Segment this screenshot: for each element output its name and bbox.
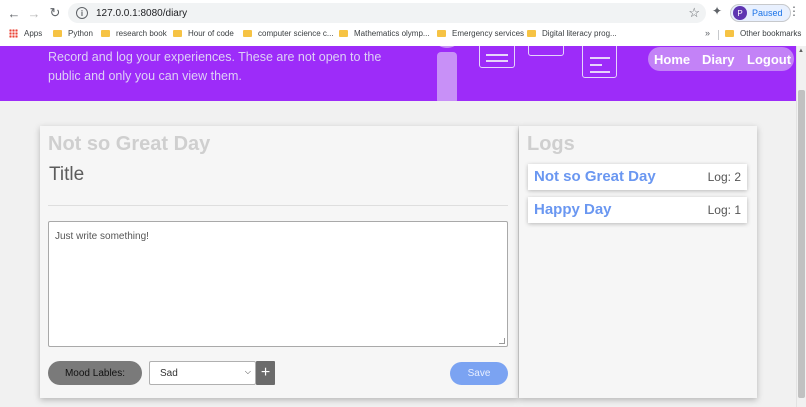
bookmark-computer-science[interactable]: computer science c...: [243, 29, 334, 38]
hero-description: Record and log your experiences. These a…: [48, 50, 382, 83]
document-line: [590, 57, 610, 59]
chevron-down-icon: ⌵: [244, 367, 251, 376]
log-number: Log: 2: [707, 170, 741, 184]
extensions-icon[interactable]: ✦: [712, 4, 722, 18]
body-placeholder: Just write something!: [55, 231, 149, 242]
bookmark-digital-literacy[interactable]: Digital literacy prog...: [527, 29, 617, 38]
bookmark-emergency-services[interactable]: Emergency services: [437, 29, 524, 38]
mood-select[interactable]: Sad ⌵: [149, 361, 256, 385]
address-bar[interactable]: i 127.0.0.1:8080/diary ☆: [68, 3, 706, 23]
bookmark-mathematics[interactable]: Mathematics olymp...: [339, 29, 430, 38]
logs-card: Logs Not so Great Day Log: 2 Happy Day L…: [519, 126, 757, 398]
document-line: [590, 71, 610, 73]
url-text[interactable]: 127.0.0.1:8080/diary: [96, 8, 187, 19]
nav-home[interactable]: Home: [654, 52, 690, 67]
avatar: P: [733, 6, 747, 20]
document-line: [486, 60, 508, 62]
document-line: [590, 64, 602, 66]
bookmarks-separator: [718, 30, 719, 40]
forward-arrow-icon[interactable]: →: [25, 4, 43, 22]
title-input[interactable]: Title: [49, 164, 84, 186]
pencil-cap-decoration: [437, 46, 457, 48]
nav-logout[interactable]: Logout: [747, 52, 791, 67]
bookmark-other[interactable]: Other bookmarks: [725, 29, 801, 38]
folder-icon: [243, 30, 252, 37]
document-icon: [582, 46, 617, 78]
apps-grid-icon: [9, 29, 18, 38]
resize-handle[interactable]: [499, 338, 505, 344]
folder-icon: [339, 30, 348, 37]
bookmark-research-book[interactable]: research book: [101, 29, 167, 38]
log-item[interactable]: Happy Day Log: 1: [528, 197, 747, 223]
back-arrow-icon[interactable]: ←: [5, 4, 23, 22]
nav-diary[interactable]: Diary: [702, 52, 735, 67]
scroll-up-icon[interactable]: ▲: [798, 48, 804, 54]
hero-banner: Record and log your experiences. These a…: [0, 46, 796, 101]
browser-chrome: ← → ↻ i 127.0.0.1:8080/diary ☆ ✦ P Pause…: [0, 0, 806, 46]
diary-entry-card: Not so Great Day Title Just write someth…: [40, 126, 518, 398]
bookmarks-overflow-icon[interactable]: »: [705, 28, 710, 38]
folder-icon: [101, 30, 110, 37]
document-icon: [528, 46, 564, 56]
document-icon: [479, 46, 515, 68]
mood-selected-value: Sad: [160, 368, 178, 379]
folder-icon: [53, 30, 62, 37]
log-number: Log: 1: [707, 203, 741, 217]
top-nav: Home Diary Logout: [648, 47, 794, 71]
profile-button[interactable]: P Paused: [730, 4, 791, 22]
divider: [48, 205, 508, 206]
star-icon[interactable]: ☆: [688, 5, 700, 21]
reload-icon[interactable]: ↻: [46, 4, 64, 22]
document-line: [486, 54, 508, 56]
save-button[interactable]: Save: [450, 362, 508, 385]
info-icon[interactable]: i: [76, 7, 88, 19]
log-name[interactable]: Not so Great Day: [534, 168, 656, 185]
pencil-decoration: [437, 52, 457, 101]
kebab-menu-icon[interactable]: ⋮: [788, 4, 800, 18]
bookmark-apps[interactable]: Apps: [9, 29, 42, 38]
log-name[interactable]: Happy Day: [534, 201, 612, 218]
profile-status: Paused: [752, 8, 783, 18]
add-mood-button[interactable]: +: [256, 361, 275, 385]
logs-heading: Logs: [527, 133, 575, 155]
folder-icon: [725, 30, 734, 37]
entry-body-textarea[interactable]: Just write something!: [48, 221, 508, 347]
folder-icon: [527, 30, 536, 37]
folder-icon: [437, 30, 446, 37]
page-viewport: Record and log your experiences. These a…: [0, 46, 796, 407]
mood-labels-button[interactable]: Mood Lables:: [48, 361, 142, 385]
bookmark-hour-of-code[interactable]: Hour of code: [173, 29, 234, 38]
log-item[interactable]: Not so Great Day Log: 2: [528, 164, 747, 190]
folder-icon: [173, 30, 182, 37]
bookmark-python[interactable]: Python: [53, 29, 93, 38]
scrollbar-thumb[interactable]: [798, 90, 805, 398]
entry-heading: Not so Great Day: [48, 133, 211, 155]
